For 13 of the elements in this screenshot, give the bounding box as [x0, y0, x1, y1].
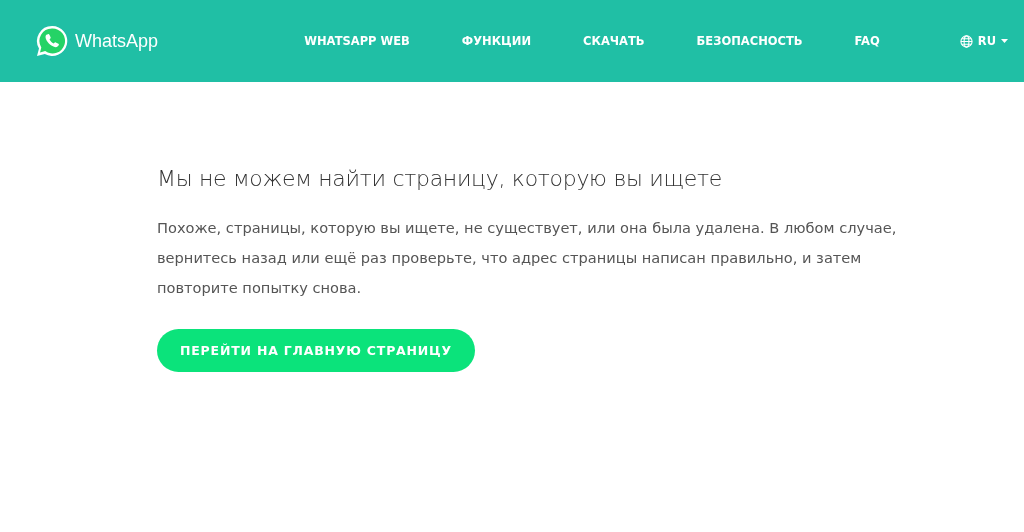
nav-link[interactable]: БЕЗОПАСНОСТЬ	[696, 34, 803, 48]
error-message: Похоже, страницы, которую вы ищете, не существует, или она была удалена. В любом случае, вернитесь назад или ещё раз проверьте, что адрес страницы написан правильно, и затем повторите попытку снова.	[157, 218, 898, 298]
go-home-button[interactable]: ПЕРЕЙТИ НА ГЛАВНУЮ СТРАНИЦУ	[157, 329, 475, 372]
globe-icon	[959, 34, 973, 48]
nav-link[interactable]: FAQ	[854, 34, 880, 48]
page-heading: Мы не можем найти страницу, которую вы ищете	[157, 166, 723, 191]
language-selector[interactable]: RU	[959, 34, 1008, 48]
whatsapp-logo[interactable]: WhatsApp	[35, 24, 159, 58]
nav-link[interactable]: WHATSAPP WEB	[304, 34, 410, 48]
chat-bubble-phone-icon	[35, 24, 69, 58]
caret-icon	[1001, 39, 1008, 43]
nav-link[interactable]: СКАЧАТЬ	[583, 34, 645, 48]
nav-link[interactable]: ФУНКЦИИ	[461, 34, 532, 48]
